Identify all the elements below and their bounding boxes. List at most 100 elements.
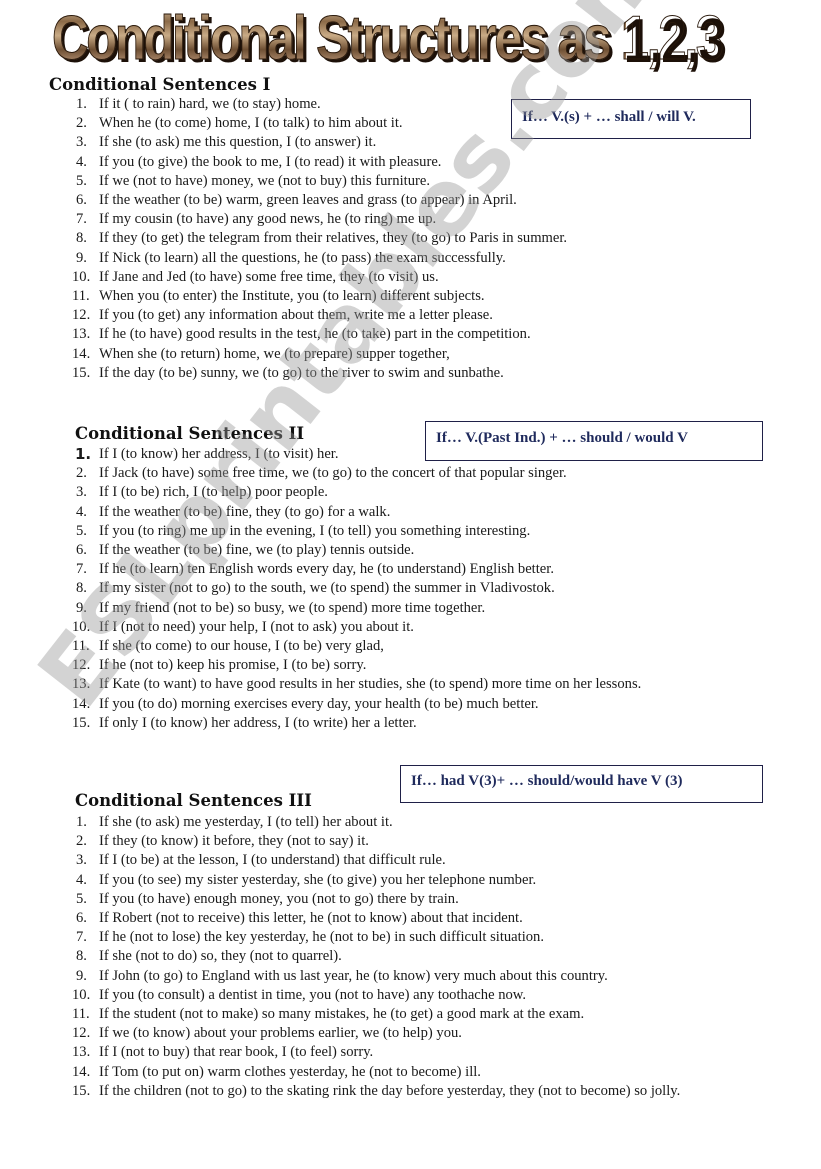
exercise-number: 3. bbox=[76, 484, 87, 501]
exercise-item: 14. If Tom (to put on) warm clothes yeste… bbox=[72, 1063, 680, 1082]
exercise-number: 14. bbox=[72, 345, 91, 362]
exercise-item: 3. If I (to be) rich, I (to help) poor pe… bbox=[72, 483, 641, 502]
exercise-number: 12. bbox=[72, 307, 91, 324]
exercise-text: If you (to see) my sister yesterday, she… bbox=[99, 871, 537, 888]
exercise-number: 2. bbox=[76, 115, 87, 132]
exercise-number: 15. bbox=[72, 364, 91, 381]
exercise-text: If he (to have) good results in the test… bbox=[99, 326, 531, 343]
exercise-item: 8. If she (not to do) so, they (not to qu… bbox=[72, 947, 680, 966]
exercise-item: 7. If he (to learn) ten English words eve… bbox=[72, 560, 641, 579]
exercise-text: If they (to get) the telegram from their… bbox=[99, 230, 568, 247]
exercise-number: 3. bbox=[76, 134, 87, 151]
exercise-text: If you (to do) morning exercises every d… bbox=[99, 695, 539, 712]
exercise-number: 13. bbox=[72, 326, 91, 343]
exercise-text: If Nick (to learn) all the questions, he… bbox=[99, 249, 506, 266]
exercise-number: 8. bbox=[76, 948, 87, 965]
exercise-text: If you (to have) enough money, you (not … bbox=[99, 890, 459, 907]
exercise-number: 13. bbox=[72, 676, 91, 693]
exercise-number: 9. bbox=[76, 599, 87, 616]
exercise-list-conditional-3: 1. If she (to ask) me yesterday, I (to te… bbox=[72, 813, 680, 1101]
exercise-text: If the day (to be) sunny, we (to go) to … bbox=[99, 364, 504, 381]
exercise-item: 1. If I (to know) her address, I (to visi… bbox=[72, 445, 641, 464]
exercise-item: 13. If Kate (to want) to have good result… bbox=[72, 675, 641, 694]
exercise-number: 11. bbox=[72, 1006, 90, 1023]
exercise-number: 14. bbox=[72, 695, 91, 712]
exercise-text: If my cousin (to have) any good news, he… bbox=[99, 211, 437, 228]
exercise-item: 4. If the weather (to be) fine, they (to … bbox=[72, 503, 641, 522]
exercise-item: 7. If my cousin (to have) any good news, … bbox=[72, 210, 567, 229]
exercise-item: 14. When she (to return) home, we (to pre… bbox=[72, 345, 567, 364]
exercise-number: 9. bbox=[76, 249, 87, 266]
exercise-item: 2. If Jack (to have) some free time, we (… bbox=[72, 464, 641, 483]
exercise-number: 14. bbox=[72, 1063, 91, 1080]
exercise-text: If she (to ask) me yesterday, I (to tell… bbox=[99, 814, 393, 830]
exercise-item: 10. If Jane and Jed (to have) some free t… bbox=[72, 268, 567, 287]
exercise-number: 7. bbox=[76, 929, 87, 946]
exercise-number: 7. bbox=[76, 561, 87, 578]
exercise-item: 6. If Robert (not to receive) this letter… bbox=[72, 909, 680, 928]
exercise-number: 5. bbox=[76, 890, 87, 907]
exercise-number: 2. bbox=[76, 833, 87, 850]
exercise-item: 15. If the day (to be) sunny, we (to go) … bbox=[72, 364, 567, 383]
exercise-text: If Jack (to have) some free time, we (to… bbox=[99, 465, 567, 482]
exercise-number: 1. bbox=[76, 814, 87, 830]
exercise-text: If she (to ask) me this question, I (to … bbox=[99, 134, 377, 151]
exercise-item: 12. If we (to know) about your problems e… bbox=[72, 1024, 680, 1043]
exercise-text: If Tom (to put on) warm clothes yesterda… bbox=[99, 1063, 481, 1080]
exercise-item: 14. If you (to do) morning exercises ever… bbox=[72, 695, 641, 714]
exercise-number: 5. bbox=[76, 172, 87, 189]
exercise-text: When she (to return) home, we (to prepar… bbox=[99, 345, 450, 362]
exercise-number: 13. bbox=[72, 1044, 91, 1061]
formula-text: If… had V(3)+ … should/would have V (3) bbox=[411, 773, 683, 789]
exercise-text: If I (to be) rich, I (to help) poor peop… bbox=[99, 484, 328, 501]
exercise-text: If the weather (to be) fine, we (to play… bbox=[99, 542, 415, 559]
exercise-text: If the student (not to make) so many mis… bbox=[99, 1006, 585, 1023]
exercise-text: If it ( to rain) hard, we (to stay) home… bbox=[99, 96, 321, 112]
exercise-text: If I (to be) at the lesson, I (to unders… bbox=[99, 852, 446, 869]
exercise-number: 6. bbox=[76, 192, 87, 209]
exercise-text: If he (to learn) ten English words every… bbox=[99, 561, 554, 578]
exercise-number: 9. bbox=[76, 967, 87, 984]
exercise-item: 3. If she (to ask) me this question, I (t… bbox=[72, 133, 567, 152]
exercise-item: 8. If they (to get) the telegram from the… bbox=[72, 229, 567, 248]
exercise-number: 4. bbox=[76, 871, 87, 888]
exercise-list-conditional-2: 1. If I (to know) her address, I (to visi… bbox=[72, 445, 641, 733]
exercise-text: If he (not to) keep his promise, I (to b… bbox=[99, 657, 367, 674]
exercise-number: 10. bbox=[72, 268, 91, 285]
exercise-text: If Jane and Jed (to have) some free time… bbox=[99, 268, 439, 285]
exercise-item: 5. If you (to ring) me up in the evening,… bbox=[72, 522, 641, 541]
exercise-text: If the children (not to go) to the skati… bbox=[99, 1082, 681, 1099]
exercise-number: 7. bbox=[76, 211, 87, 228]
exercise-item: 15. If only I (to know) her address, I (t… bbox=[72, 714, 641, 733]
exercise-list-conditional-1: 1. If it ( to rain) hard, we (to stay) ho… bbox=[72, 95, 567, 383]
exercise-number: 12. bbox=[72, 657, 91, 674]
section-heading-conditional-1: Conditional Sentences I bbox=[49, 75, 271, 94]
exercise-text: If Kate (to want) to have good results i… bbox=[99, 676, 642, 693]
exercise-item: 10. If you (to consult) a dentist in time… bbox=[72, 986, 680, 1005]
exercise-text: If John (to go) to England with us last … bbox=[99, 967, 608, 984]
exercise-item: 10. If I (not to need) your help, I (not … bbox=[72, 618, 641, 637]
exercise-number: 12. bbox=[72, 1025, 91, 1042]
exercise-text: If we (not to have) money, we (not to bu… bbox=[99, 172, 430, 189]
exercise-number: 6. bbox=[76, 910, 87, 927]
exercise-text: If you (to get) any information about th… bbox=[99, 307, 493, 324]
exercise-text: If she (not to do) so, they (not to quar… bbox=[99, 948, 342, 965]
exercise-number: 11. bbox=[72, 638, 90, 655]
exercise-number: 4. bbox=[76, 153, 87, 170]
exercise-text: If you (to consult) a dentist in time, y… bbox=[99, 986, 527, 1003]
exercise-item: 4. If you (to give) the book to me, I (to… bbox=[72, 153, 567, 172]
exercise-item: 13. If I (not to buy) that rear book, I (… bbox=[72, 1043, 680, 1062]
exercise-item: 9. If my friend (not to be) so busy, we (… bbox=[72, 599, 641, 618]
exercise-text: If Robert (not to receive) this letter, … bbox=[99, 910, 523, 927]
exercise-number: 3. bbox=[76, 852, 87, 869]
exercise-number: 15. bbox=[72, 714, 91, 731]
exercise-item: 9. If Nick (to learn) all the questions, … bbox=[72, 249, 567, 268]
exercise-number: 8. bbox=[76, 580, 87, 597]
exercise-number: 2. bbox=[76, 465, 87, 482]
exercise-text: If my friend (not to be) so busy, we (to… bbox=[99, 599, 486, 616]
formula-box-conditional-3: If… had V(3)+ … should/would have V (3) bbox=[400, 765, 763, 803]
exercise-text: If my sister (not to go) to the south, w… bbox=[99, 580, 555, 597]
exercise-text: If the weather (to be) fine, they (to go… bbox=[99, 503, 391, 520]
exercise-number: 8. bbox=[76, 230, 87, 247]
exercise-item: 8. If my sister (not to go) to the south,… bbox=[72, 579, 641, 598]
